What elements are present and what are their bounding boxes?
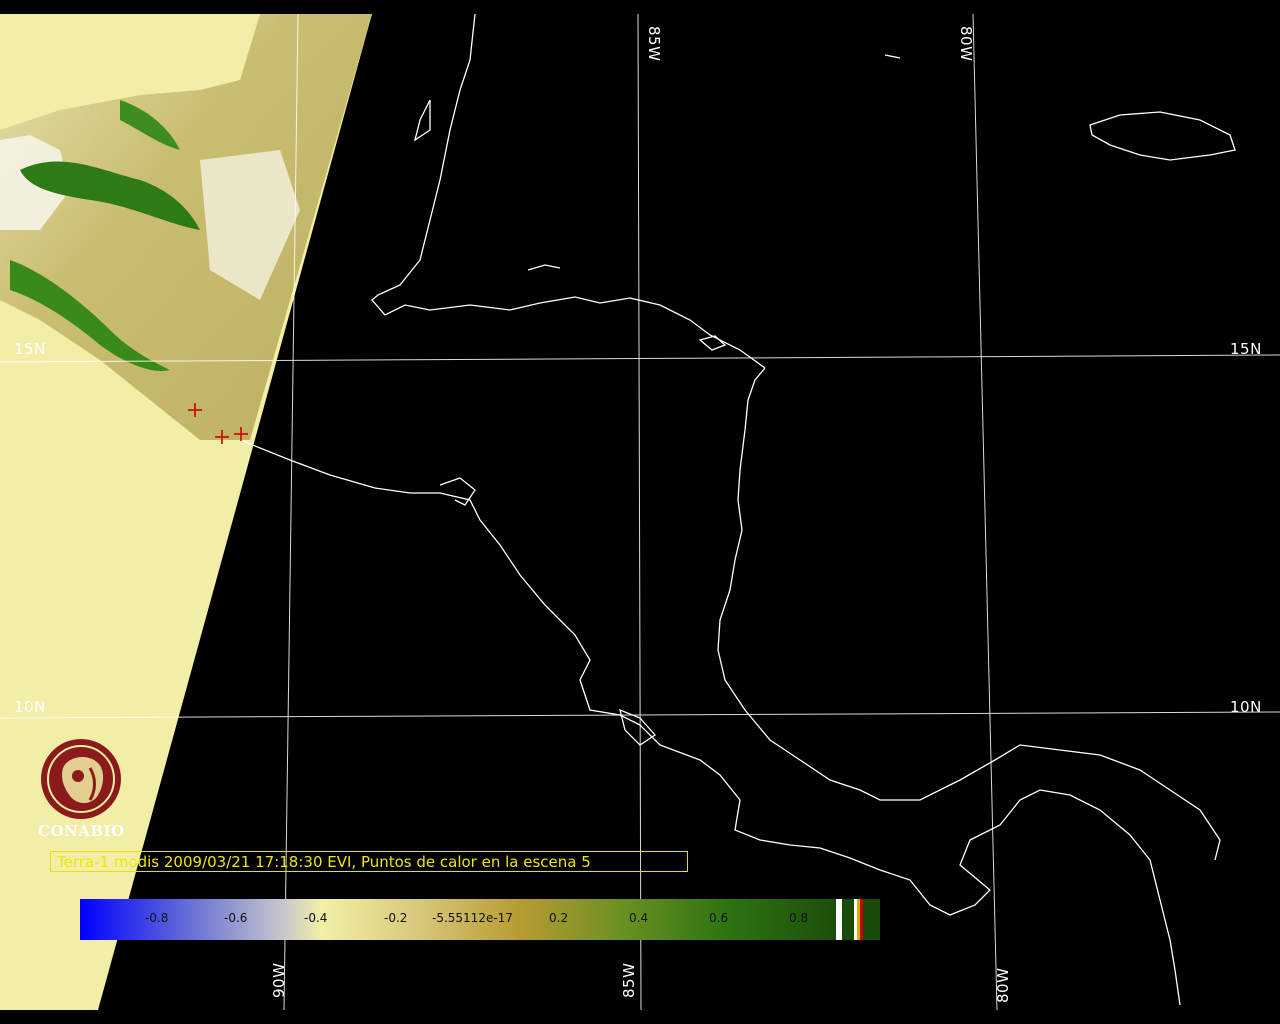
lon-label-80w-bottom: 80W — [994, 967, 1012, 1003]
lat-label-10n-right: 10N — [1230, 698, 1262, 716]
lat-label-15n-right: 15N — [1230, 340, 1262, 358]
lon-label-85w-top: 85W — [645, 26, 663, 62]
colorbar-tick-label: 0.2 — [549, 911, 569, 925]
colorbar-tick-label: -0.4 — [304, 911, 328, 925]
colorbar-tick-label: -0.6 — [224, 911, 248, 925]
logo-text: CONABIO — [38, 822, 125, 840]
colorbar-tick-label: 0.4 — [629, 911, 649, 925]
colorbar-tick-label: -0.8 — [145, 911, 169, 925]
conabio-logo — [41, 739, 121, 819]
lat-label-10n: 10N — [14, 698, 46, 716]
lon-label-90w-bottom: 90W — [270, 962, 288, 998]
colorbar-tick-label: -0.2 — [384, 911, 408, 925]
lat-label-15n: 15N — [14, 340, 46, 358]
lon-label-80w-top: 80W — [957, 26, 975, 62]
colorbar-tick-label: 0.6 — [709, 911, 729, 925]
colorbar-tick-label: -5.55112e-17 — [432, 911, 513, 925]
lon-label-85w-bottom: 85W — [620, 962, 638, 998]
scene-caption: Terra-1 modis 2009/03/21 17:18:30 EVI, P… — [50, 851, 688, 872]
colorbar-tick-label: 0.8 — [789, 911, 809, 925]
